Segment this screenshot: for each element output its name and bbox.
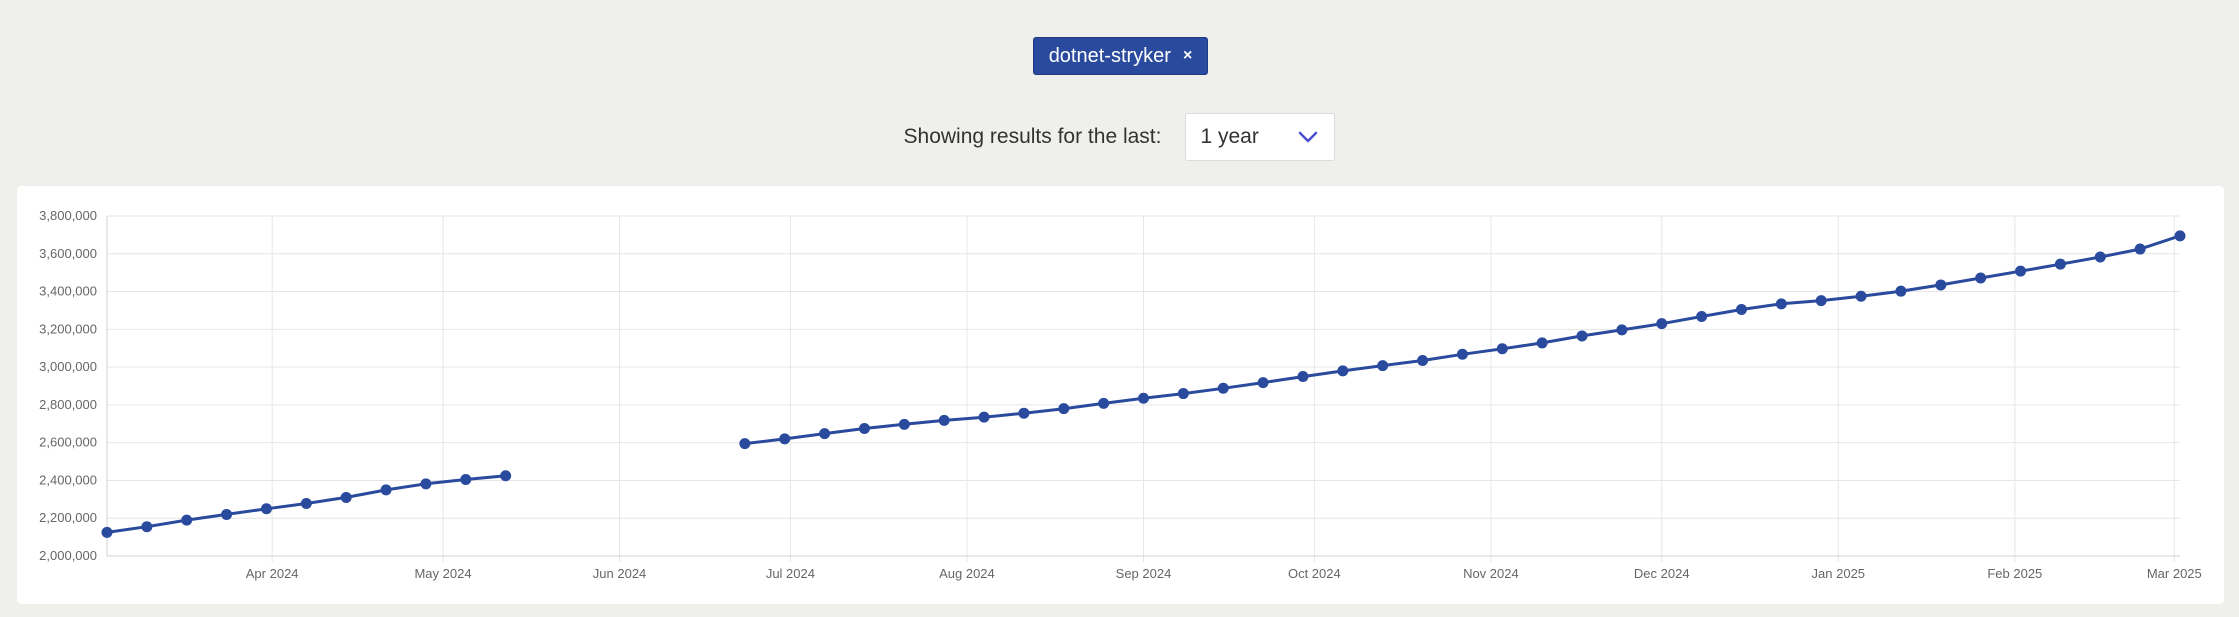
time-range-selected-value: 1 year <box>1200 125 1259 148</box>
y-tick-label: 2,200,000 <box>39 510 97 525</box>
data-point <box>300 497 312 509</box>
data-point <box>1337 365 1349 377</box>
package-filter-tag[interactable]: dotnet-stryker × <box>1033 37 1208 75</box>
x-tick-label: Jan 2025 <box>1812 566 1866 581</box>
data-point <box>739 438 751 450</box>
y-tick-label: 2,400,000 <box>39 472 97 487</box>
time-range-row: Showing results for the last: 1 year <box>0 112 2239 162</box>
data-point <box>2174 230 2186 242</box>
data-point <box>1735 304 1747 315</box>
data-point <box>1935 279 1947 291</box>
y-tick-label: 3,600,000 <box>39 246 97 261</box>
y-tick-label: 3,000,000 <box>39 359 97 374</box>
data-point <box>1775 298 1787 310</box>
y-tick-label: 2,800,000 <box>39 397 97 412</box>
data-point <box>2134 243 2146 255</box>
data-point <box>221 508 233 520</box>
y-tick-label: 3,200,000 <box>39 321 97 336</box>
data-point <box>1496 343 1508 355</box>
data-point <box>1257 377 1269 389</box>
x-tick-label: Dec 2024 <box>1634 566 1690 581</box>
data-point <box>938 414 950 426</box>
data-point <box>819 428 831 440</box>
x-tick-label: Feb 2025 <box>1987 566 2042 581</box>
data-point <box>141 521 153 533</box>
y-tick-label: 3,400,000 <box>39 284 97 299</box>
data-point <box>101 526 113 538</box>
series-line-segment <box>744 234 2181 446</box>
data-point <box>420 478 432 490</box>
data-point <box>2054 258 2066 270</box>
x-tick-label: Jun 2024 <box>593 566 647 581</box>
data-point <box>779 433 791 445</box>
data-point <box>1975 272 1987 284</box>
x-tick-label: Aug 2024 <box>939 566 995 581</box>
data-point <box>1217 382 1229 394</box>
data-point <box>2094 251 2106 263</box>
data-point <box>1058 403 1070 415</box>
x-tick-label: Mar 2025 <box>2147 566 2202 581</box>
time-range-label: Showing results for the last: <box>903 125 1162 148</box>
x-tick-label: Jul 2024 <box>766 566 815 581</box>
data-point <box>340 491 352 503</box>
data-point <box>1656 318 1668 330</box>
data-point <box>1098 397 1110 409</box>
data-point <box>1417 355 1429 366</box>
data-point <box>898 418 910 430</box>
y-tick-label: 2,600,000 <box>39 435 97 450</box>
data-point <box>1895 285 1907 297</box>
data-point <box>978 411 990 423</box>
chevron-down-icon <box>1299 131 1318 143</box>
data-point <box>1297 371 1309 383</box>
x-tick-label: Sep 2024 <box>1116 566 1172 581</box>
data-point <box>858 423 870 434</box>
data-point <box>2015 265 2027 277</box>
x-tick-label: Apr 2024 <box>246 566 299 581</box>
data-point <box>1018 407 1030 419</box>
y-tick-label: 2,000,000 <box>39 548 97 563</box>
downloads-chart-card: 2,000,000 2,200,000 2,400,000 2,600,000 2,80… <box>17 186 2224 604</box>
data-point <box>1855 290 1867 302</box>
data-point <box>500 470 512 482</box>
data-point <box>1456 348 1468 360</box>
data-point <box>1576 330 1588 342</box>
data-point <box>460 474 472 485</box>
data-point <box>181 514 193 526</box>
data-point <box>1377 360 1389 372</box>
x-tick-label: Nov 2024 <box>1463 566 1519 581</box>
downloads-line-chart: 2,000,000 2,200,000 2,400,000 2,600,000 2,80… <box>39 208 2202 581</box>
data-point <box>1536 337 1548 349</box>
data-point <box>1696 310 1708 322</box>
y-tick-label: 3,800,000 <box>39 208 97 223</box>
x-tick-label: May 2024 <box>414 566 471 581</box>
data-point <box>260 503 272 515</box>
data-point <box>1815 295 1827 307</box>
data-point <box>1616 324 1628 336</box>
data-point <box>1138 392 1149 404</box>
time-range-select[interactable]: 1 year <box>1185 113 1336 161</box>
x-tick-label: Oct 2024 <box>1288 566 1341 581</box>
close-icon[interactable]: × <box>1183 47 1192 65</box>
data-point <box>380 484 392 496</box>
data-point <box>1177 388 1189 400</box>
package-filter-label: dotnet-stryker <box>1048 44 1171 67</box>
